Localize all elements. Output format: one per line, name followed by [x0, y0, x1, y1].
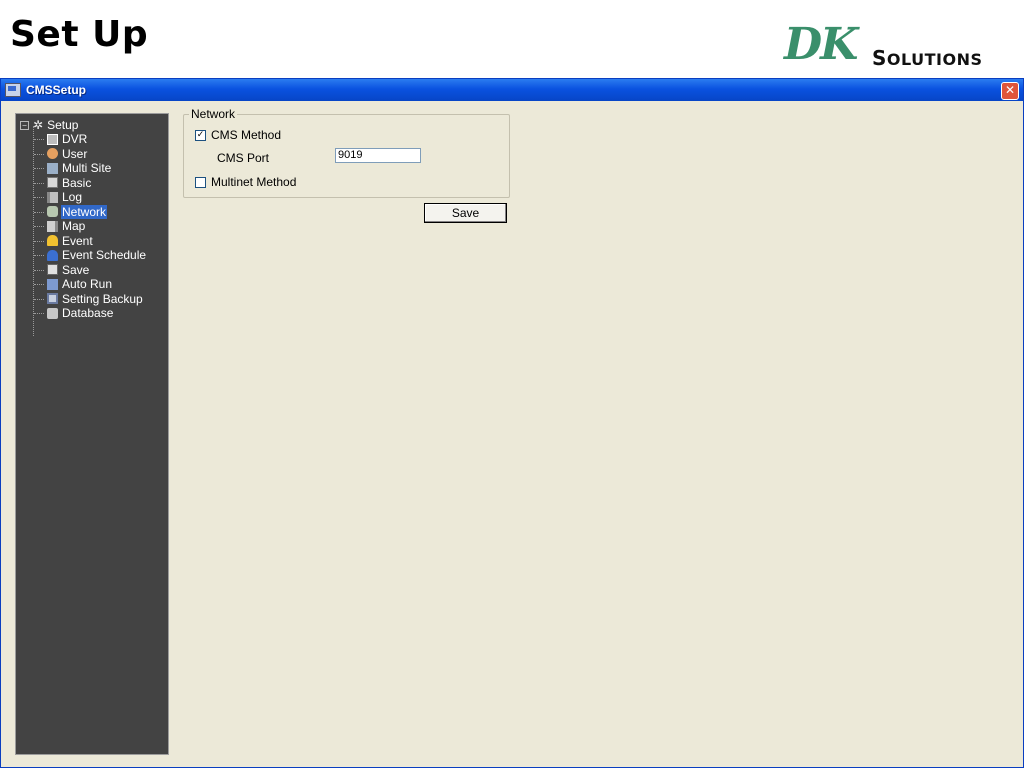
cms-port-label: CMS Port	[217, 151, 270, 165]
tree-item-label: Map	[62, 219, 86, 234]
tree-item-user[interactable]: User	[33, 146, 147, 162]
database-icon	[47, 307, 58, 319]
tree-root-setup[interactable]: − ✲ Setup	[20, 118, 79, 132]
title-bar[interactable]: CMSSetup ✕	[1, 79, 1023, 101]
tree-item-label: Event	[62, 233, 93, 248]
tree-item-label: Database	[62, 306, 114, 321]
cms-setup-window: CMSSetup ✕ − ✲ Setup DVR User Multi Site Ba…	[0, 78, 1024, 768]
checkbox-unchecked-icon[interactable]	[195, 176, 206, 188]
cms-method-label: CMS Method	[211, 128, 282, 142]
tree-item-event-schedule[interactable]: Event Schedule	[33, 248, 147, 263]
tree-item-basic[interactable]: Basic	[33, 175, 147, 191]
tree-item-save[interactable]: Save	[33, 262, 147, 278]
tree-item-network[interactable]: Network	[33, 204, 147, 220]
gear-icon: ✲	[33, 118, 44, 132]
multi-site-icon	[47, 162, 58, 174]
tree-items: DVR User Multi Site Basic Log Network Map Event…	[33, 126, 147, 336]
tree-connector-line	[33, 126, 34, 336]
tree-item-label: Basic	[62, 175, 92, 190]
multinet-method-label: Multinet Method	[211, 175, 297, 189]
event-schedule-icon	[47, 249, 58, 261]
app-icon	[5, 83, 21, 97]
tree-item-setting-backup[interactable]: Setting Backup	[33, 291, 147, 307]
dvr-icon	[47, 133, 58, 145]
tree-root-label: Setup	[47, 118, 79, 132]
log-icon	[47, 191, 58, 203]
basic-icon	[47, 177, 58, 189]
save-button[interactable]: Save	[424, 203, 507, 223]
tree-item-dvr[interactable]: DVR	[33, 132, 147, 147]
tree-item-label: User	[62, 146, 88, 161]
auto-run-icon	[47, 278, 58, 290]
network-groupbox: Network ✓ CMS Method CMS Port 9019 Multi…	[183, 108, 510, 198]
save-icon	[47, 264, 58, 276]
tree-item-label: Network	[61, 204, 108, 219]
tree-item-auto-run[interactable]: Auto Run	[33, 277, 147, 292]
collapse-icon[interactable]: −	[20, 120, 29, 130]
tree-item-label: Setting Backup	[62, 291, 143, 306]
network-group-label: Network	[189, 107, 238, 121]
tree-item-label: Multi Site	[62, 161, 112, 176]
window-title: CMSSetup	[26, 83, 86, 97]
slide-title: Set Up	[10, 14, 149, 55]
user-icon	[47, 148, 58, 160]
multinet-method-checkbox[interactable]: Multinet Method	[195, 175, 296, 189]
checkbox-checked-icon[interactable]: ✓	[195, 129, 206, 141]
tree-item-database[interactable]: Database	[33, 306, 147, 321]
tree-item-log[interactable]: Log	[33, 190, 147, 205]
setting-backup-icon	[47, 293, 58, 305]
network-icon	[47, 206, 58, 218]
close-button[interactable]: ✕	[1001, 82, 1019, 100]
map-icon	[47, 220, 58, 232]
tree-item-label: Save	[62, 262, 90, 277]
tree-item-label: DVR	[62, 132, 88, 147]
cms-method-checkbox[interactable]: ✓ CMS Method	[195, 128, 281, 142]
tree-item-map[interactable]: Map	[33, 219, 147, 234]
dk-solutions-logo: DK SOLUTIONS	[784, 19, 999, 71]
tree-item-label: Event Schedule	[62, 248, 147, 263]
logo-mark: DK	[784, 19, 858, 70]
setup-tree: − ✲ Setup DVR User Multi Site Basic Log Netwo…	[15, 113, 169, 755]
tree-item-label: Log	[62, 190, 83, 205]
logo-text: SOLUTIONS	[872, 46, 983, 70]
cms-port-input[interactable]: 9019	[335, 148, 421, 163]
event-bell-icon	[47, 235, 58, 247]
tree-item-multi-site[interactable]: Multi Site	[33, 161, 147, 176]
tree-item-label: Auto Run	[62, 277, 113, 292]
tree-item-event[interactable]: Event	[33, 233, 147, 249]
